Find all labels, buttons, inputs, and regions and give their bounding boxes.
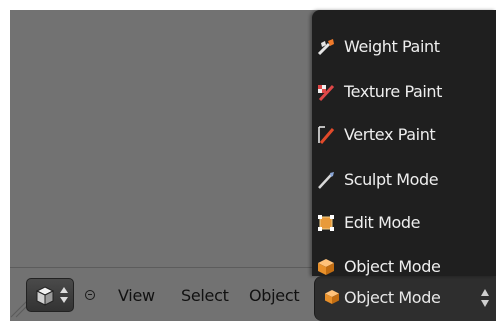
select-menu[interactable]: Select xyxy=(181,286,229,305)
object-mode-icon xyxy=(325,290,339,304)
texture-paint-icon xyxy=(318,84,335,102)
weight-paint-icon xyxy=(317,39,334,56)
mode-dropdown-menu: Weight Paint Texture Paint Vertex Paint xyxy=(312,10,496,276)
updown-arrows-icon xyxy=(60,287,68,303)
menu-item-label: Weight Paint xyxy=(344,37,440,56)
menu-item-label: Texture Paint xyxy=(344,82,443,101)
collapse-menus-icon[interactable] xyxy=(85,290,95,300)
object-mode-icon xyxy=(318,259,334,275)
mode-selector-label: Object Mode xyxy=(344,288,441,307)
blender-window: View Select Object Object Mode Weight Pa… xyxy=(0,0,496,321)
menu-item-label: Sculpt Mode xyxy=(344,170,439,189)
sculpt-mode-icon xyxy=(318,172,334,189)
menu-item-texture-paint[interactable]: Texture Paint xyxy=(312,72,496,110)
object-menu[interactable]: Object xyxy=(249,286,300,305)
updown-arrows-icon xyxy=(481,289,489,307)
menu-item-sculpt-mode[interactable]: Sculpt Mode xyxy=(312,160,496,198)
edit-mode-icon xyxy=(318,215,334,231)
menu-item-vertex-paint[interactable]: Vertex Paint xyxy=(312,115,496,153)
menu-item-label: Vertex Paint xyxy=(344,125,436,144)
editor-type-button[interactable] xyxy=(26,278,74,312)
menu-item-label: Edit Mode xyxy=(344,213,421,232)
view-menu[interactable]: View xyxy=(118,286,155,305)
menu-item-object-mode[interactable]: Object Mode xyxy=(312,247,496,285)
menu-item-label: Object Mode xyxy=(344,257,441,276)
3d-view-cube-icon xyxy=(35,286,55,306)
menu-item-edit-mode[interactable]: Edit Mode xyxy=(312,203,496,241)
menu-item-weight-paint[interactable]: Weight Paint xyxy=(312,27,496,65)
vertex-paint-icon xyxy=(318,126,335,144)
